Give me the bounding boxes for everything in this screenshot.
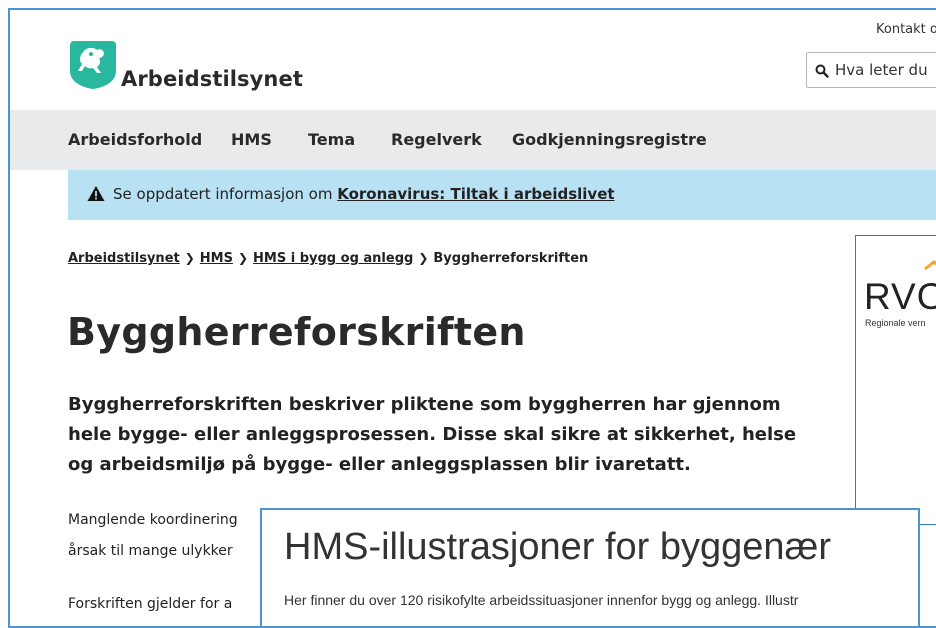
browser-frame: Arbeidstilsynet Kontakt o Arbeidsforhold…	[8, 8, 936, 628]
alert-text: Se oppdatert informasjon om Koronavirus:…	[113, 185, 615, 203]
search-input[interactable]	[835, 53, 936, 87]
breadcrumb-link-hms[interactable]: HMS	[200, 251, 233, 266]
chevron-right-icon: ❯	[418, 251, 429, 265]
ad-subtitle: Regionale vern	[865, 318, 926, 328]
chevron-right-icon: ❯	[237, 251, 249, 265]
nav-item-godkjenningsregistre[interactable]: Godkjenningsregistre	[512, 130, 707, 149]
search-box[interactable]	[806, 52, 936, 88]
alert-banner: Se oppdatert informasjon om Koronavirus:…	[68, 170, 936, 220]
ingress-line: og arbeidsmiljø på bygge- eller anleggsp…	[68, 454, 691, 475]
popup-text: Her finner du over 120 risikofylte arbei…	[284, 592, 799, 608]
logo-text[interactable]: Arbeidstilsynet	[121, 67, 303, 91]
hms-illustrations-popup[interactable]: HMS-illustrasjoner for byggenær Her finn…	[260, 508, 920, 626]
body-text-line: Manglende koordinering	[68, 512, 238, 528]
nav-item-hms[interactable]: HMS	[231, 130, 272, 149]
contact-link[interactable]: Kontakt o	[876, 22, 936, 37]
ad-logo-text: RVO	[864, 276, 936, 317]
search-icon[interactable]	[815, 63, 829, 78]
nav-item-arbeidsforhold[interactable]: Arbeidsforhold	[68, 130, 202, 149]
breadcrumb-current: Byggherreforskriften	[433, 251, 589, 266]
body-text-line: årsak til mange ulykker	[68, 543, 233, 559]
ingress-line: hele bygge- eller anleggsprosessen. Diss…	[68, 424, 797, 445]
ad-banner[interactable]: RVO Regionale vern	[855, 235, 936, 525]
alert-link[interactable]: Koronavirus: Tiltak i arbeidslivet	[337, 185, 614, 203]
roof-logo-icon	[922, 256, 936, 276]
chevron-right-icon: ❯	[184, 251, 195, 265]
nav-item-regelverk[interactable]: Regelverk	[391, 130, 482, 149]
page-title: Byggherreforskriften	[67, 310, 526, 354]
nav-item-tema[interactable]: Tema	[308, 130, 355, 149]
warning-icon	[87, 185, 105, 202]
lion-logo-icon[interactable]	[68, 37, 118, 91]
main-nav: Arbeidsforhold HMS Tema Regelverk Godkje…	[10, 110, 936, 170]
breadcrumb-link-hms-bygg-anlegg[interactable]: HMS i bygg og anlegg	[253, 251, 413, 266]
ingress-text: Byggherreforskriften beskriver pliktene …	[68, 390, 828, 480]
breadcrumb: Arbeidstilsynet ❯ HMS ❯ HMS i bygg og anlegg…	[68, 251, 588, 266]
body-text-line: Forskriften gjelder for a	[68, 596, 233, 612]
popup-title: HMS-illustrasjoner for byggenær	[284, 526, 831, 568]
breadcrumb-link-arbeidstilsynet[interactable]: Arbeidstilsynet	[68, 251, 180, 266]
ingress-line: Byggherreforskriften beskriver pliktene …	[68, 394, 781, 415]
